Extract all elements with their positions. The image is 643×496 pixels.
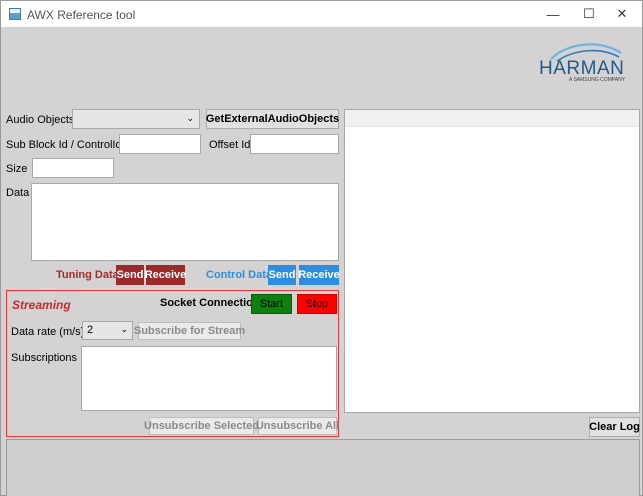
socket-connection-label: Socket Connection bbox=[160, 297, 260, 309]
sub-block-input[interactable] bbox=[119, 134, 201, 154]
chevron-down-icon: ⌄ bbox=[120, 324, 128, 334]
app-window: AWX Reference tool — ☐ ✕ HARMAN A SAMSUN… bbox=[0, 0, 643, 496]
harman-logo: HARMAN A SAMSUNG COMPANY bbox=[537, 39, 629, 85]
data-textarea[interactable] bbox=[31, 183, 339, 261]
control-data-label: Control Data bbox=[206, 269, 272, 281]
chevron-down-icon: ⌄ bbox=[186, 113, 194, 123]
offset-id-label: Offset Id bbox=[209, 139, 251, 151]
streaming-group: Streaming Socket Connection Start Stop D… bbox=[6, 290, 339, 437]
unsubscribe-selected-button[interactable]: Unsubscribe Selected bbox=[144, 417, 259, 435]
logo-tagline: A SAMSUNG COMPANY bbox=[569, 77, 626, 83]
size-input[interactable] bbox=[32, 158, 114, 178]
subscriptions-label: Subscriptions bbox=[11, 352, 78, 364]
socket-start-button[interactable]: Start bbox=[251, 294, 292, 314]
title-bar: AWX Reference tool — ☐ ✕ bbox=[1, 1, 642, 27]
clear-log-button[interactable]: Clear Log bbox=[589, 417, 640, 437]
size-label: Size bbox=[6, 163, 28, 175]
window-title: AWX Reference tool bbox=[27, 8, 136, 22]
data-rate-value: 2 bbox=[87, 324, 94, 336]
control-receive-button[interactable]: Receive bbox=[298, 265, 340, 285]
log-panel[interactable] bbox=[344, 109, 640, 413]
data-label: Data bbox=[6, 187, 30, 199]
sub-block-label: Sub Block Id / ControlId bbox=[6, 139, 122, 151]
unsubscribe-all-button[interactable]: Unsubscribe All bbox=[256, 417, 339, 435]
get-external-audio-objects-button[interactable]: GetExternalAudioObjects bbox=[206, 109, 339, 129]
control-send-button[interactable]: Send bbox=[268, 265, 296, 285]
tuning-send-button[interactable]: Send bbox=[116, 265, 144, 285]
data-rate-label: Data rate (m/s) bbox=[11, 326, 85, 338]
socket-stop-button[interactable]: Stop bbox=[297, 294, 337, 314]
app-icon bbox=[9, 8, 21, 20]
audio-objects-label: Audio Objects bbox=[6, 114, 75, 126]
tuning-receive-button[interactable]: Receive bbox=[145, 265, 186, 285]
subscriptions-list[interactable] bbox=[81, 346, 337, 411]
audio-objects-dropdown[interactable]: ⌄ bbox=[72, 109, 200, 129]
close-button[interactable]: ✕ bbox=[600, 1, 643, 27]
status-panel bbox=[6, 439, 640, 496]
tuning-data-label: Tuning Data bbox=[56, 269, 119, 281]
streaming-title: Streaming bbox=[12, 298, 71, 312]
subscribe-stream-button[interactable]: Subscribe for Stream bbox=[134, 322, 245, 340]
log-header bbox=[345, 110, 639, 127]
data-rate-dropdown[interactable]: 2 ⌄ bbox=[82, 321, 133, 340]
offset-id-input[interactable] bbox=[250, 134, 339, 154]
